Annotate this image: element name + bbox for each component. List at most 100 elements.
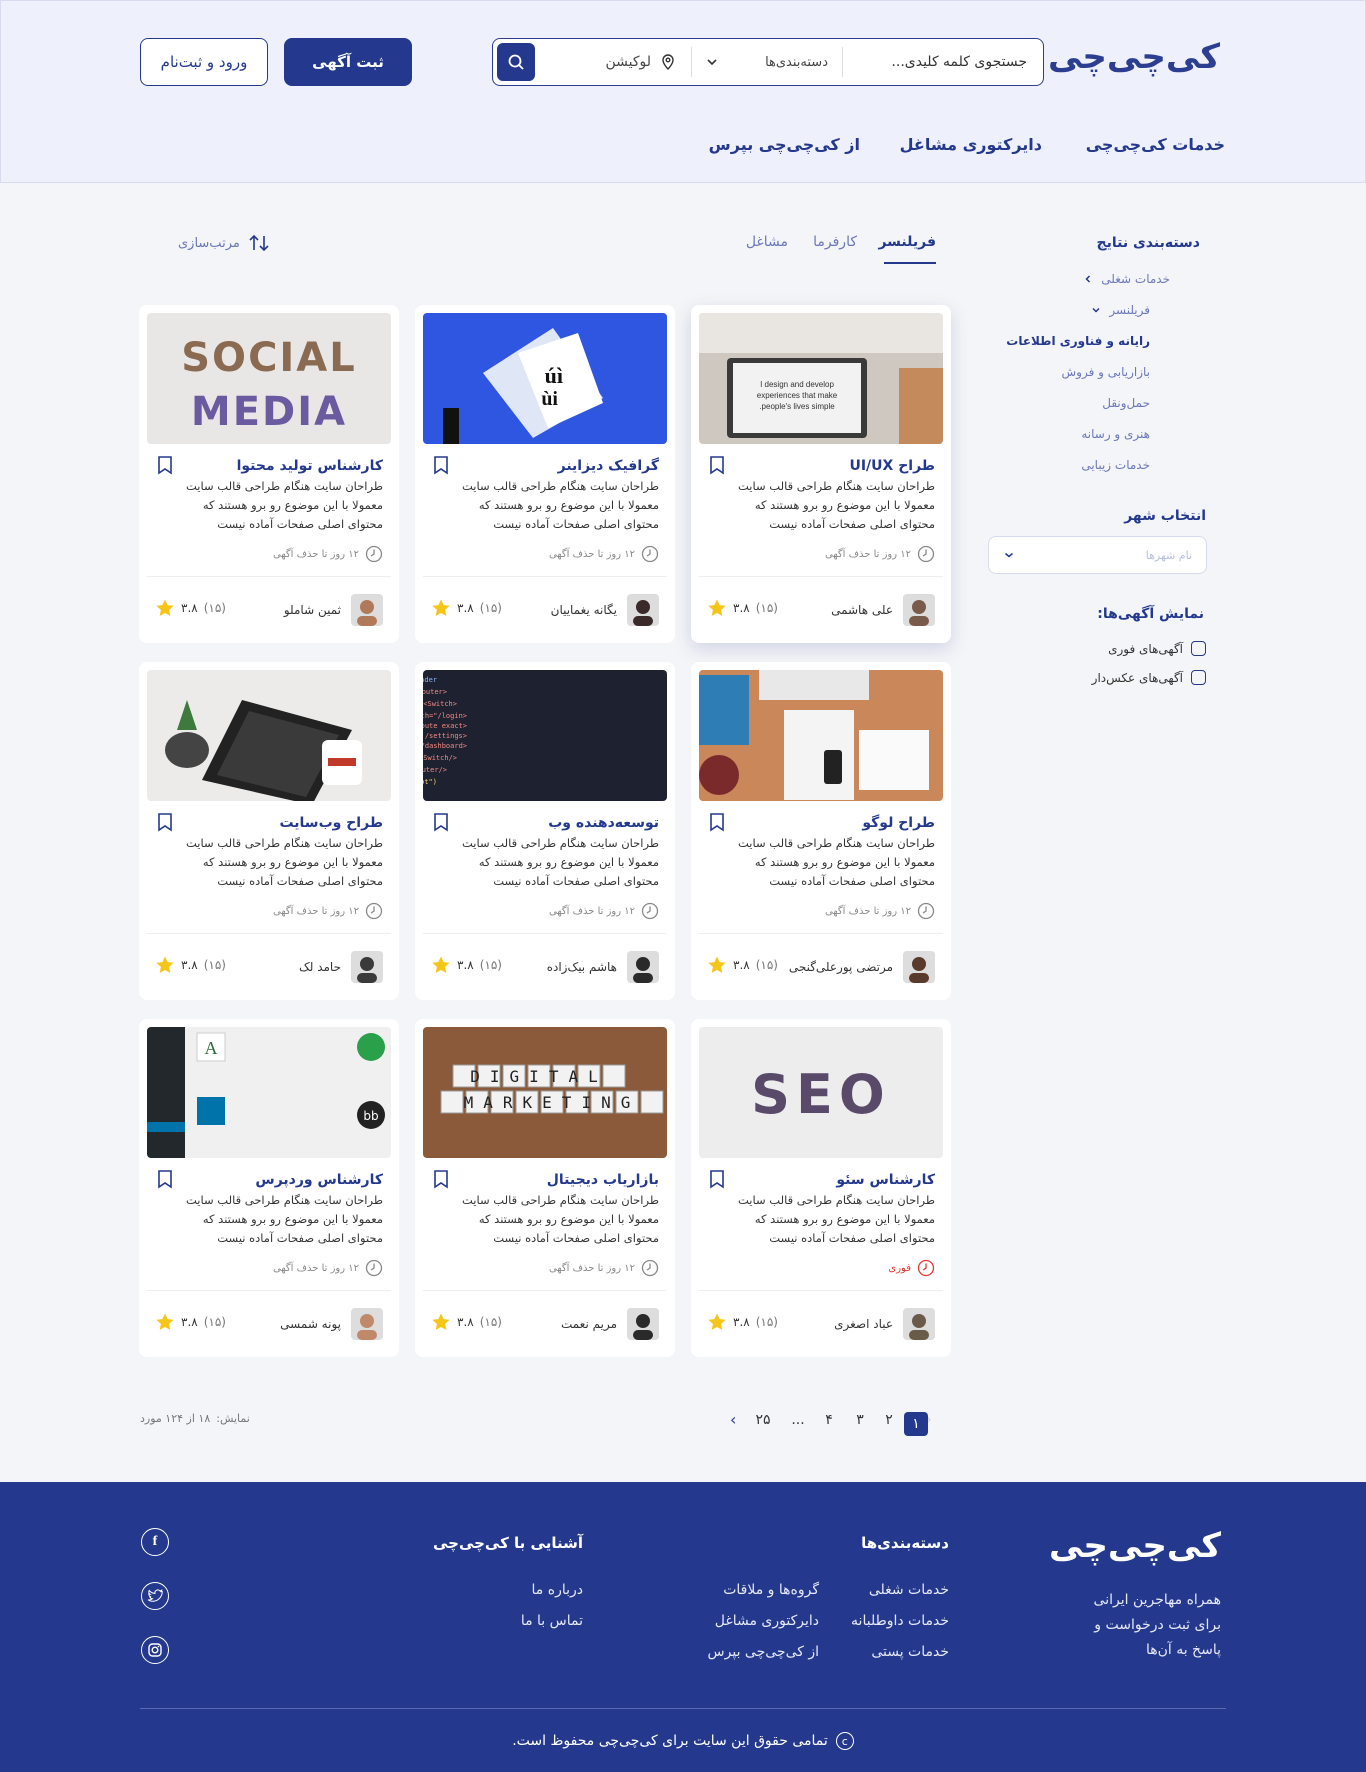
card-title[interactable]: گرافیک دیزاینر [558,458,659,474]
user-name[interactable]: حامد لک [299,960,341,974]
user-name[interactable]: عباد اصغری [834,1317,893,1331]
footer-link[interactable]: دایرکتوری مشاغل [715,1613,819,1629]
next-page-icon[interactable]: › [730,1410,736,1429]
tab-businesses[interactable]: مشاغل [746,234,788,250]
twitter-icon[interactable] [141,1582,169,1610]
card-user[interactable]: پونه شمسی [280,1308,383,1340]
search-button[interactable] [497,43,535,81]
job-card[interactable]: DIGITAL MARKETING بازاریاب دیجیتال طراحان س… [415,1019,675,1357]
bookmark-icon[interactable] [433,1169,449,1193]
user-name[interactable]: علی هاشمی [831,603,893,617]
card-image[interactable]: ReactDOM.render(<BrowserRouter> <Switch> <… [423,670,667,801]
bookmark-icon[interactable] [157,812,173,836]
footer-link[interactable]: خدمات پستی [871,1644,949,1660]
footer-link[interactable]: از کی‌چی‌چی بپرس [708,1644,819,1660]
footer-link[interactable]: خدمات شغلی [869,1582,949,1598]
bookmark-icon[interactable] [433,455,449,479]
bookmark-icon[interactable] [709,1169,725,1193]
card-image[interactable]: Abb [147,1027,391,1158]
checkbox[interactable] [1191,670,1206,685]
job-card[interactable]: I design and develop experiences that mak… [691,305,951,643]
page-25[interactable]: ۲۵ [751,1412,775,1428]
card-title[interactable]: کارشناس سئو [836,1172,935,1188]
job-card[interactable]: طراح وب‌سایت طراحان سایت هنگام طراحی قالب… [139,662,399,1000]
nav-directory[interactable]: دایرکتوری مشاغل [900,135,1042,154]
login-button[interactable]: ورود و ثبت‌نام [140,38,268,86]
card-user[interactable]: ثمین شاملو [284,594,383,626]
page-1[interactable]: ۱ [904,1412,928,1436]
sort-button[interactable]: مرتب‌سازی [178,233,270,253]
job-card[interactable]: Abb کارشناس وردپرس طراحان سایت هنگام طراحی… [139,1019,399,1357]
job-card[interactable]: SEO کارشناس سئو طراحان سایت هنگام طراحی قا… [691,1019,951,1357]
category-it[interactable]: رایانه و فناوری اطلاعات [1006,334,1150,348]
card-user[interactable]: علی هاشمی [831,594,935,626]
tab-employer[interactable]: کارفرما [813,234,857,250]
checkbox[interactable] [1191,641,1206,656]
job-card[interactable]: SOCIAL MEDIA کارشناس تولید محتوا طراحان سای… [139,305,399,643]
card-user[interactable]: مرتضی پورعلی‌گنجی [789,951,935,983]
category-marketing[interactable]: بازاریابی و فروش [1062,365,1150,379]
card-image[interactable]: DIGITAL MARKETING [423,1027,667,1158]
avatar[interactable] [627,1308,659,1340]
city-select[interactable]: نام شهرها [988,536,1207,574]
avatar[interactable] [627,594,659,626]
avatar[interactable] [903,594,935,626]
post-ad-button[interactable]: ثبت آگهی [284,38,412,86]
tab-freelancer[interactable]: فریلنسر [878,234,936,250]
avatar[interactable] [351,594,383,626]
instagram-icon[interactable] [141,1636,169,1664]
bookmark-icon[interactable] [709,812,725,836]
job-card[interactable]: طراح لوگو طراحان سایت هنگام طراحی قالب سا… [691,662,951,1000]
card-title[interactable]: طراح لوگو [862,815,935,831]
category-freelancer[interactable]: فریلنسر [1091,303,1150,317]
card-user[interactable]: حامد لک [299,951,383,983]
user-name[interactable]: مرتضی پورعلی‌گنجی [789,960,893,974]
card-title[interactable]: طراح UI/UX [849,458,935,474]
avatar[interactable] [351,951,383,983]
filter-urgent[interactable]: آگهی‌های فوری [1108,641,1206,656]
card-title[interactable]: توسعه‌دهنده وب [548,815,659,831]
avatar[interactable] [903,1308,935,1340]
filter-with-photo[interactable]: آگهی‌های عکس‌دار [1092,670,1206,685]
bookmark-icon[interactable] [709,455,725,479]
avatar[interactable] [627,951,659,983]
card-user[interactable]: هاشم بیک‌زاده [547,951,659,983]
footer-link[interactable]: تماس با ما [521,1613,583,1629]
category-beauty[interactable]: خدمات زیبایی [1081,458,1150,472]
bookmark-icon[interactable] [157,1169,173,1193]
facebook-icon[interactable]: f [141,1528,169,1556]
category-select[interactable]: دسته‌بندی‌ها [692,55,842,70]
page-2[interactable]: ۲ [877,1412,901,1428]
card-image[interactable]: I design and develop experiences that mak… [699,313,943,444]
footer-link[interactable]: گروه‌ها و ملاقات [723,1582,819,1598]
page-3[interactable]: ۳ [848,1412,872,1428]
card-user[interactable]: عباد اصغری [834,1308,935,1340]
card-title[interactable]: کارشناس وردپرس [255,1172,383,1188]
user-name[interactable]: ثمین شاملو [284,603,341,617]
footer-link[interactable]: خدمات داوطلبانه [851,1613,949,1629]
bookmark-icon[interactable] [157,455,173,479]
bookmark-icon[interactable] [433,812,449,836]
card-image[interactable] [699,670,943,801]
user-name[interactable]: پونه شمسی [280,1317,341,1331]
page-4[interactable]: ۴ [817,1412,841,1428]
brand-logo[interactable]: کی‌چی‌چی [1048,37,1221,77]
card-title[interactable]: بازاریاب دیجیتال [547,1172,659,1188]
category-transport[interactable]: حمل‌ونقل [1102,396,1150,410]
footer-link[interactable]: درباره ما [532,1582,583,1598]
category-art[interactable]: هنری و رسانه [1081,427,1150,441]
nav-ask[interactable]: از کی‌چی‌چی بپرس [709,135,860,154]
job-card[interactable]: úì ùi گرافیک دیزاینر طراحان سایت هنگام طراح… [415,305,675,643]
card-image[interactable]: úì ùi [423,313,667,444]
card-user[interactable]: یگانه یغماییان [551,594,659,626]
card-image[interactable] [147,670,391,801]
avatar[interactable] [903,951,935,983]
card-image[interactable]: SEO [699,1027,943,1158]
search-input[interactable]: جستجوی کلمه کلیدی... [843,54,1043,70]
footer-logo[interactable]: کی‌چی‌چی [1049,1526,1221,1566]
avatar[interactable] [351,1308,383,1340]
category-jobs[interactable]: خدمات شغلی [1083,272,1170,286]
card-title[interactable]: کارشناس تولید محتوا [237,458,383,474]
card-image[interactable]: SOCIAL MEDIA [147,313,391,444]
card-title[interactable]: طراح وب‌سایت [279,815,383,831]
